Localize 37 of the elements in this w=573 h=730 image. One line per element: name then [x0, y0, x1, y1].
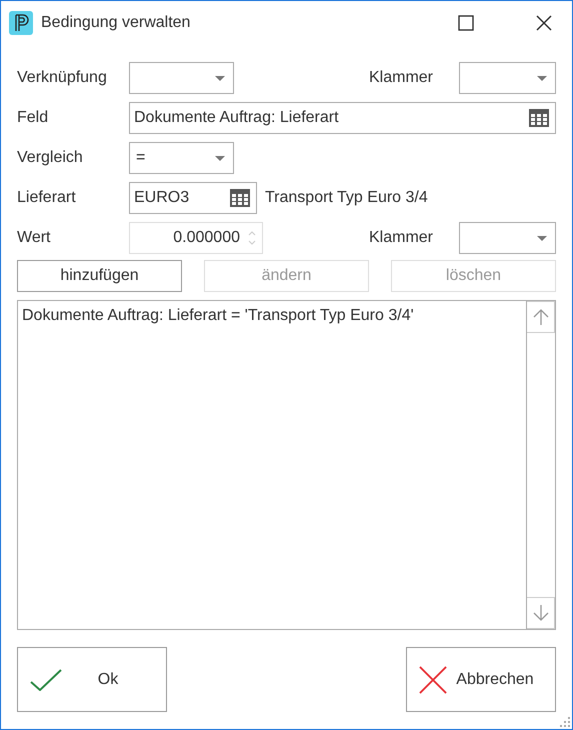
scroll-down-button[interactable]: [527, 597, 555, 629]
dropdown-arrow-icon: [537, 236, 547, 240]
comparison-dropdown[interactable]: =: [129, 142, 234, 174]
action-button[interactable]: hinzufügen: [17, 260, 182, 292]
dropdown-arrow-icon: [215, 156, 225, 160]
dropdown-arrow-icon: [537, 76, 547, 80]
maximize-icon[interactable]: [458, 15, 474, 31]
table-icon[interactable]: [230, 188, 250, 206]
value-spinbox[interactable]: 0.000000: [129, 222, 263, 254]
field-label: Verknüpfung: [17, 68, 108, 86]
arrow-down-icon: [532, 604, 548, 622]
scroll-up-button[interactable]: [527, 301, 555, 333]
resize-grip-icon[interactable]: [560, 717, 570, 727]
arrow-up-icon: [532, 308, 548, 326]
bracket-dropdown[interactable]: [459, 62, 556, 94]
field-label: Feld: [17, 108, 50, 126]
cross-icon: [419, 666, 447, 694]
ok-button[interactable]: Ok: [17, 647, 167, 712]
window-title: Bedingung verwalten: [41, 14, 190, 32]
delivery-type-picker[interactable]: EURO3: [129, 182, 257, 214]
app-logo-icon: [9, 11, 33, 35]
close-icon[interactable]: [536, 15, 552, 31]
table-icon[interactable]: [529, 108, 549, 126]
delivery-type-description: Transport Typ Euro 3/4: [265, 188, 428, 206]
dropdown-arrow-icon: [215, 76, 225, 80]
checkmark-icon: [30, 668, 62, 690]
field-label: Klammer: [369, 228, 434, 246]
field-label: Klammer: [369, 68, 434, 86]
bracket-dropdown[interactable]: [459, 222, 556, 254]
field-picker[interactable]: Dokumente Auftrag: Lieferart: [129, 102, 556, 134]
field-label: Vergleich: [17, 148, 84, 166]
field-label: Wert: [17, 228, 52, 246]
condition-item[interactable]: Dokumente Auftrag: Lieferart = 'Transport Typ Euro 3/4': [22, 307, 522, 325]
cancel-button[interactable]: Abbrechen: [406, 647, 556, 712]
spin-arrows-icon[interactable]: [248, 230, 256, 246]
field-label: Lieferart: [17, 188, 77, 206]
link-dropdown[interactable]: [129, 62, 234, 94]
